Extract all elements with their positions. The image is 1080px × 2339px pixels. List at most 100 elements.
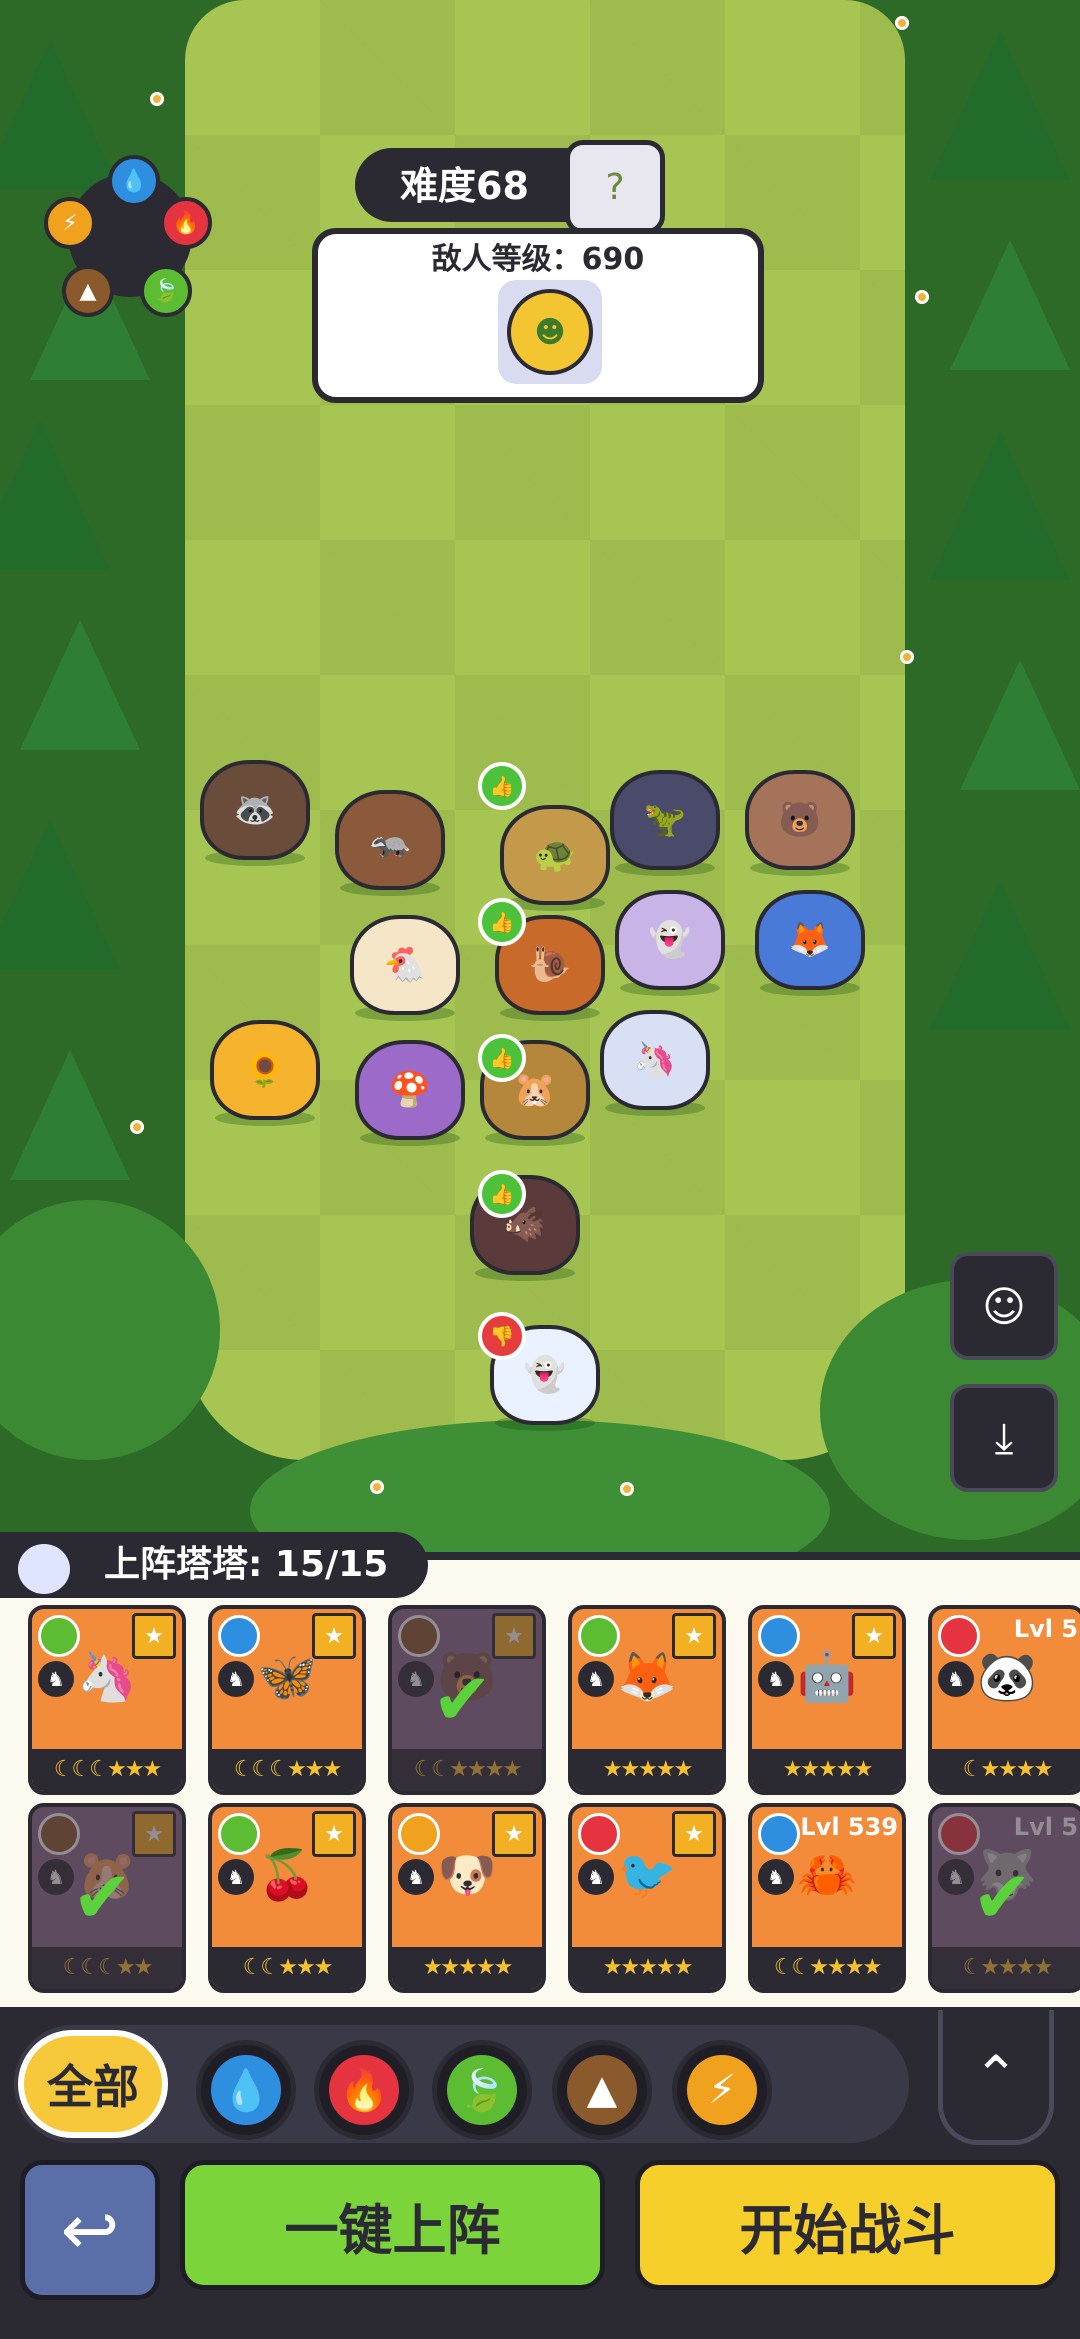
water-icon: 💧 [211, 2055, 281, 2125]
role-icon: ♞ [578, 1661, 614, 1697]
fire-icon: 🔥 [329, 2055, 399, 2125]
filter-fire-button[interactable]: 🔥 [314, 2040, 414, 2140]
water-icon: 💧 [108, 155, 160, 207]
thumbs-up-icon: 👍 [478, 898, 526, 946]
bolt-icon: ⚡ [687, 2055, 757, 2125]
mushroom-unit[interactable]: 🍄 [355, 1040, 465, 1140]
enemy-boss-icon[interactable]: ☻ [498, 280, 602, 384]
card-stars: ☾☾★★★★ [752, 1947, 902, 1989]
tree [10, 1050, 130, 1180]
zombie-face-icon: ☻ [507, 289, 593, 375]
ferret-unit[interactable]: 🦡 [335, 790, 445, 890]
tree [960, 660, 1080, 790]
card-stars: ☾☾★★★ [212, 1947, 362, 1989]
leaf-icon: 🍃 [140, 265, 192, 317]
filter-water-button[interactable]: 💧 [196, 2040, 296, 2140]
pet-card[interactable]: 🦋 ♞ ★ ☾☾☾★★★ [208, 1605, 366, 1795]
flower [900, 650, 914, 664]
pet-card[interactable]: 🤖 ♞ ★ ★★★★★ [748, 1605, 906, 1795]
card-level: Lvl 539 [800, 1813, 898, 1841]
star-badge-icon: ★ [672, 1811, 716, 1857]
enemy-level-label: 敌人等级：690 [431, 242, 645, 277]
role-icon: ♞ [218, 1859, 254, 1895]
thumbs-up-icon: 👍 [478, 762, 526, 810]
card-stars: ★★★★★ [392, 1947, 542, 1989]
earth-icon: ▲ [62, 265, 114, 317]
fire-icon [578, 1813, 620, 1855]
cat-icon [14, 1540, 74, 1598]
star-badge-icon: ★ [132, 1613, 176, 1659]
card-stars: ★★★★★ [752, 1749, 902, 1791]
tree [930, 430, 1070, 580]
flower [915, 290, 929, 304]
start-battle-button[interactable]: 开始战斗 [635, 2160, 1060, 2290]
role-icon: ♞ [398, 1859, 434, 1895]
pet-menu-button[interactable]: ☺ [950, 1252, 1058, 1360]
leaf-icon: 🍃 [447, 2055, 517, 2125]
fire-icon [938, 1615, 980, 1657]
leaf-icon [38, 1615, 80, 1657]
tree [950, 240, 1070, 370]
fire-icon: 🔥 [160, 197, 212, 249]
pet-card[interactable]: 🦄 ♞ ★ ☾☾☾★★★ [28, 1605, 186, 1795]
filter-all-button[interactable]: 全部 [18, 2030, 168, 2138]
leaf-icon [578, 1615, 620, 1657]
difficulty-label: 难度68 [400, 164, 529, 208]
role-icon: ♞ [218, 1661, 254, 1697]
filter-earth-button[interactable]: ▲ [552, 2040, 652, 2140]
flower [370, 1480, 384, 1494]
star-badge-icon: ★ [312, 1811, 356, 1857]
tree [930, 880, 1070, 1030]
flower [150, 92, 164, 106]
chicken-unit[interactable]: 🐔 [350, 915, 460, 1015]
card-stars: ☾☾☾★★★ [32, 1749, 182, 1791]
pet-card[interactable]: 🐻♞★☾☾★★★★✔ [388, 1605, 546, 1795]
card-stars: ☾☾☾★★★ [212, 1749, 362, 1791]
flower [130, 1120, 144, 1134]
flower [620, 1482, 634, 1496]
element-wheel: 💧 🔥 🍃 ▲ ⚡ [44, 155, 212, 317]
role-icon: ♞ [938, 1661, 974, 1697]
pet-card[interactable]: 🦀 ♞ Lvl 539 ☾☾★★★★ [748, 1803, 906, 1993]
role-icon: ♞ [578, 1859, 614, 1895]
auto-deploy-button[interactable]: 一键上阵 [180, 2160, 605, 2290]
pet-card[interactable]: 🐼 ♞ Lvl 5 ☾★★★★ [928, 1605, 1080, 1795]
star-badge-icon: ★ [672, 1613, 716, 1659]
team-count-label: 上阵塔塔: 15/15 [104, 1544, 389, 1585]
turtle-unit[interactable]: 🐢 [500, 805, 610, 905]
tree [930, 30, 1070, 180]
thumbs-up-icon: 👍 [478, 1034, 526, 1082]
water-icon [758, 1813, 800, 1855]
star-badge-icon: ★ [852, 1613, 896, 1659]
card-stars: ☾★★★★ [932, 1749, 1080, 1791]
pet-card[interactable]: 🐺♞Lvl 5☾★★★★✔ [928, 1803, 1080, 1993]
tree [20, 620, 140, 750]
flower-unit[interactable]: 🌻 [210, 1020, 320, 1120]
download-formation-button[interactable]: ⤓ [950, 1384, 1058, 1492]
role-icon: ♞ [758, 1661, 794, 1697]
tree [0, 420, 110, 570]
leaf-icon [218, 1813, 260, 1855]
thumbs-up-icon: 👍 [478, 1170, 526, 1218]
pet-card[interactable]: 🦊 ♞ ★ ★★★★★ [568, 1605, 726, 1795]
zombie-help-icon[interactable]: ? [565, 140, 665, 234]
filter-bolt-button[interactable]: ⚡ [672, 2040, 772, 2140]
card-stars: ★★★★★ [572, 1749, 722, 1791]
star-badge-icon: ★ [312, 1613, 356, 1659]
spirit-unit[interactable]: 👻 [615, 890, 725, 990]
checkmark-icon: ✔ [432, 1657, 493, 1741]
pet-card[interactable]: 🐦 ♞ ★ ★★★★★ [568, 1803, 726, 1993]
raccoon-unit[interactable]: 🦝 [200, 760, 310, 860]
pet-card[interactable]: 🐶 ♞ ★ ★★★★★ [388, 1803, 546, 1993]
filter-leaf-button[interactable]: 🍃 [432, 2040, 532, 2140]
fairy-unit[interactable]: 🦄 [600, 1010, 710, 1110]
dragon-unit[interactable]: 🦖 [610, 770, 720, 870]
pet-card[interactable]: 🍒 ♞ ★ ☾☾★★★ [208, 1803, 366, 1993]
pet-card[interactable]: 🐹♞★☾☾☾★★✔ [28, 1803, 186, 1993]
bear-unit[interactable]: 🐻 [745, 770, 855, 870]
expand-panel-button[interactable]: ⌃ [938, 2010, 1054, 2145]
fox-unit[interactable]: 🦊 [755, 890, 865, 990]
back-button[interactable]: ↩ [20, 2160, 160, 2300]
star-badge-icon: ★ [492, 1811, 536, 1857]
checkmark-icon: ✔ [972, 1855, 1033, 1939]
